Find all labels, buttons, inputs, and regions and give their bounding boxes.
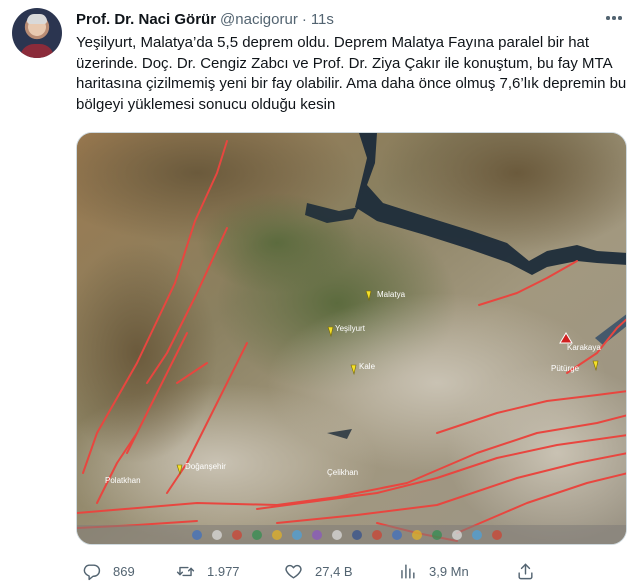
map-label-celikhan: Çelikhan — [327, 468, 358, 477]
separator-dot: · — [301, 10, 307, 28]
tweet-text: Yeşilyurt, Malatya’da 5,5 deprem oldu. D… — [76, 34, 627, 113]
map-label-karakaya: Karakaya — [567, 343, 601, 352]
reply-button[interactable]: 869 — [82, 558, 135, 584]
reply-icon — [83, 563, 101, 580]
avatar-hair — [27, 14, 47, 24]
author-name[interactable]: Prof. Dr. Naci Görür — [76, 11, 216, 28]
tweet[interactable]: Prof. Dr. Naci Görür @nacigorur · 11s Ye… — [0, 0, 640, 588]
map-label-dogansehir: Doğanşehir — [185, 462, 226, 471]
like-count: 27,4 B — [315, 563, 353, 579]
share-button[interactable] — [516, 558, 535, 584]
retweet-icon — [176, 566, 195, 576]
map-label-polatkhan: Polatkhan — [105, 476, 141, 485]
heart-icon — [285, 564, 302, 579]
satellite-map: Malatya Yeşilyurt Kale Karakaya Pütürge … — [77, 133, 626, 544]
avatar[interactable] — [12, 8, 62, 58]
tweet-header: Prof. Dr. Naci Görür @nacigorur · 11s — [76, 9, 334, 29]
more-options-icon[interactable] — [602, 7, 626, 29]
retweet-button[interactable]: 1.977 — [176, 558, 240, 584]
views-count: 3,9 Mn — [429, 563, 469, 579]
map-label-yesilyurt: Yeşilyurt — [335, 324, 366, 333]
tweet-time[interactable]: 11s — [311, 11, 334, 28]
author-handle[interactable]: @nacigorur — [220, 11, 298, 28]
share-icon — [518, 563, 533, 579]
views-button[interactable]: 3,9 Mn — [398, 558, 469, 584]
map-label-malatya: Malatya — [377, 290, 406, 299]
like-button[interactable]: 27,4 B — [284, 558, 353, 584]
reply-count: 869 — [113, 563, 135, 579]
views-chart-icon — [401, 563, 415, 579]
tweet-actions: 869 1.977 27,4 B 3,9 Mn — [76, 558, 628, 584]
retweet-count: 1.977 — [207, 563, 240, 579]
map-label-pulumur: Pütürge — [551, 364, 580, 373]
map-label-kale: Kale — [359, 362, 376, 371]
avatar-shirt — [20, 44, 54, 58]
tweet-image-map[interactable]: Malatya Yeşilyurt Kale Karakaya Pütürge … — [76, 132, 627, 545]
